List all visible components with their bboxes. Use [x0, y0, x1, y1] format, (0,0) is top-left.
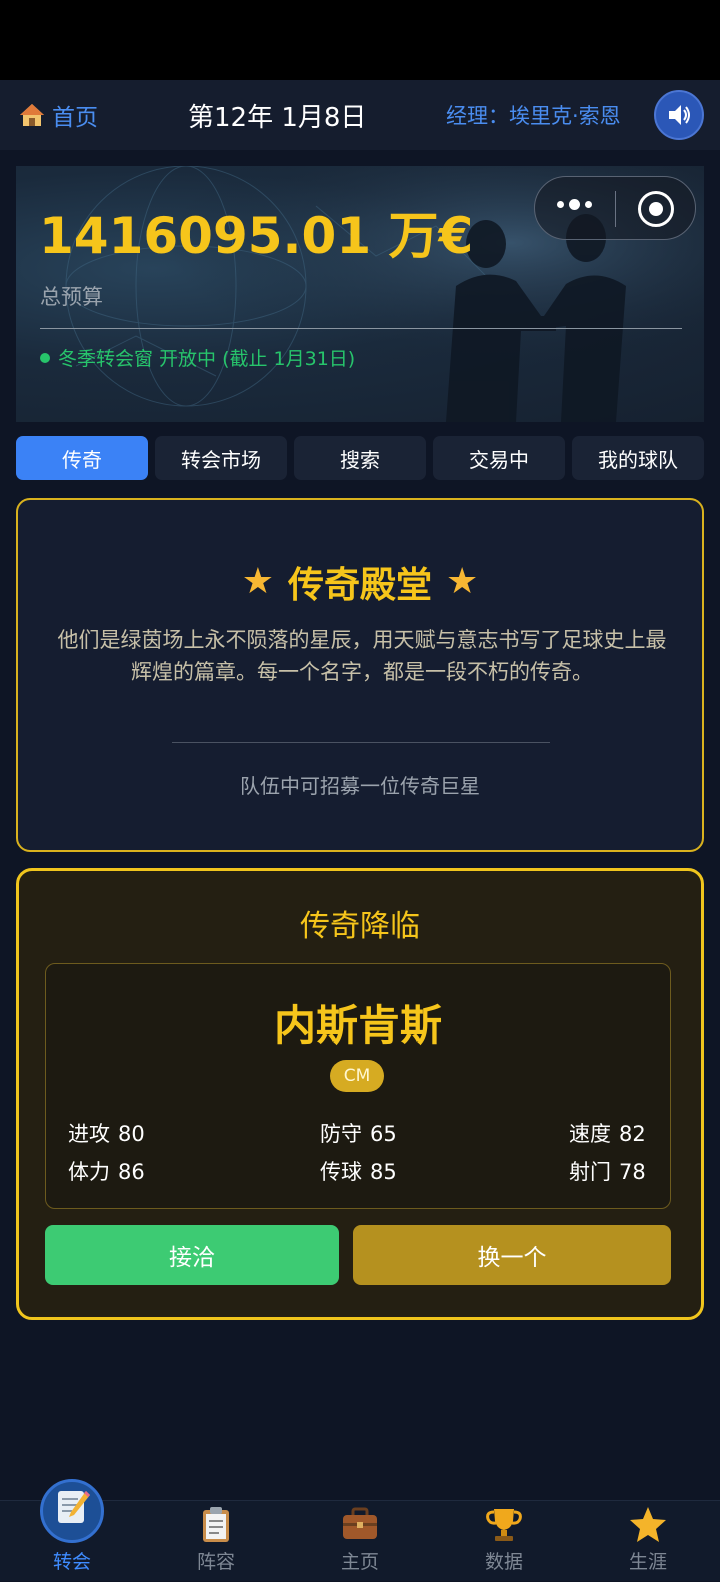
tab-search[interactable]: 搜索 — [294, 436, 426, 480]
star-icon — [630, 1507, 666, 1542]
stat-defense: 防守 65 — [320, 1118, 397, 1148]
nav-item-career[interactable]: 生涯 — [576, 1501, 720, 1582]
mini-program-capsule — [534, 176, 696, 240]
transfer-tabs: 传奇 转会市场 搜索 交易中 我的球队 — [16, 436, 704, 480]
stat-stamina: 体力 86 — [68, 1156, 145, 1186]
stat-label: 速度 — [569, 1122, 611, 1146]
nav-item-home[interactable]: 主页 — [288, 1501, 432, 1582]
position-badge: CM — [330, 1060, 384, 1092]
legend-hall-title-row: ★ 传奇殿堂 ★ — [18, 556, 702, 608]
tab-transfer-market[interactable]: 转会市场 — [155, 436, 287, 480]
hero-divider — [40, 328, 682, 329]
status-dot-icon — [40, 352, 50, 363]
trophy-icon — [486, 1509, 522, 1541]
legend-hall-title: 传奇殿堂 — [287, 565, 432, 606]
legend-hall-description: 他们是绿茵场上永不陨落的星辰，用天赋与意志书写了足球史上最辉煌的篇章。每一个名字… — [57, 628, 667, 684]
stat-value: 86 — [118, 1160, 145, 1184]
stat-value: 78 — [619, 1160, 646, 1184]
nav-label: 数据 — [484, 1551, 523, 1573]
nav-label: 转会 — [52, 1551, 91, 1573]
capsule-divider — [615, 191, 616, 227]
budget-value: 1416095.01 万€ — [39, 207, 474, 265]
player-card: 内斯肯斯 CM 进攻 80 防守 65 速度 82 体力 86 传球 85 射门 78 — [45, 963, 671, 1209]
bottom-nav: 转会 阵容 主页 数据 生涯 — [0, 1479, 720, 1582]
briefcase-icon — [343, 1507, 377, 1539]
top-bar: 首页 第12年 1月8日 经理：埃里克·索恩 — [0, 80, 720, 150]
speaker-icon — [669, 105, 690, 125]
close-mini-program-icon[interactable] — [638, 191, 674, 227]
legend-arrival-card: 传奇降临 内斯肯斯 CM 进攻 80 防守 65 速度 82 体力 86 传球 85 射门… — [16, 868, 704, 1320]
system-status-bar — [0, 0, 720, 80]
stat-shooting: 射门 78 — [569, 1156, 646, 1186]
manager-name: 经理：埃里克·索恩 — [446, 104, 621, 128]
sound-toggle-button[interactable] — [654, 90, 704, 140]
stat-value: 82 — [619, 1122, 646, 1146]
swap-player-button[interactable]: 换一个 — [353, 1225, 671, 1285]
stat-label: 防守 — [320, 1122, 362, 1146]
tab-legend[interactable]: 传奇 — [16, 436, 148, 480]
memo-icon — [58, 1491, 90, 1523]
home-link[interactable]: 首页 — [18, 98, 98, 132]
legend-hall-card: ★ 传奇殿堂 ★ 他们是绿茵场上永不陨落的星辰，用天赋与意志书写了足球史上最辉煌… — [16, 498, 704, 852]
stat-label: 传球 — [320, 1160, 362, 1184]
clipboard-icon — [203, 1507, 229, 1542]
nav-label: 阵容 — [196, 1551, 235, 1573]
budget-label: 总预算 — [40, 285, 103, 309]
approach-button[interactable]: 接洽 — [45, 1225, 339, 1285]
tab-trading[interactable]: 交易中 — [433, 436, 565, 480]
stat-attack: 进攻 80 — [68, 1118, 145, 1148]
game-date: 第12年 1月8日 — [188, 103, 367, 133]
legend-arrival-title: 传奇降临 — [300, 909, 420, 944]
player-name: 内斯肯斯 — [273, 1001, 442, 1050]
star-icon: ★ — [241, 561, 274, 602]
more-options-icon[interactable] — [557, 199, 592, 210]
nav-item-transfer[interactable]: 转会 — [0, 1479, 144, 1582]
stat-value: 85 — [370, 1160, 397, 1184]
stat-value: 65 — [370, 1122, 397, 1146]
legend-recruit-note: 队伍中可招募一位传奇巨星 — [240, 774, 480, 798]
star-icon: ★ — [446, 561, 479, 602]
stat-passing: 传球 85 — [320, 1156, 397, 1186]
stat-label: 射门 — [569, 1160, 611, 1184]
stat-label: 体力 — [68, 1160, 110, 1184]
legend-divider — [172, 742, 550, 743]
stat-speed: 速度 82 — [569, 1118, 646, 1148]
transfer-window-status: 冬季转会窗 开放中 (截止 1月31日) — [40, 344, 355, 371]
nav-item-lineup[interactable]: 阵容 — [144, 1501, 288, 1582]
stat-value: 80 — [118, 1122, 145, 1146]
nav-item-data[interactable]: 数据 — [432, 1501, 576, 1582]
house-icon — [20, 104, 44, 126]
tab-my-team[interactable]: 我的球队 — [572, 436, 704, 480]
home-label: 首页 — [52, 105, 98, 131]
nav-label: 生涯 — [628, 1551, 667, 1573]
nav-label: 主页 — [340, 1551, 379, 1573]
stat-label: 进攻 — [68, 1122, 110, 1146]
transfer-window-text: 冬季转会窗 开放中 (截止 1月31日) — [58, 348, 356, 370]
